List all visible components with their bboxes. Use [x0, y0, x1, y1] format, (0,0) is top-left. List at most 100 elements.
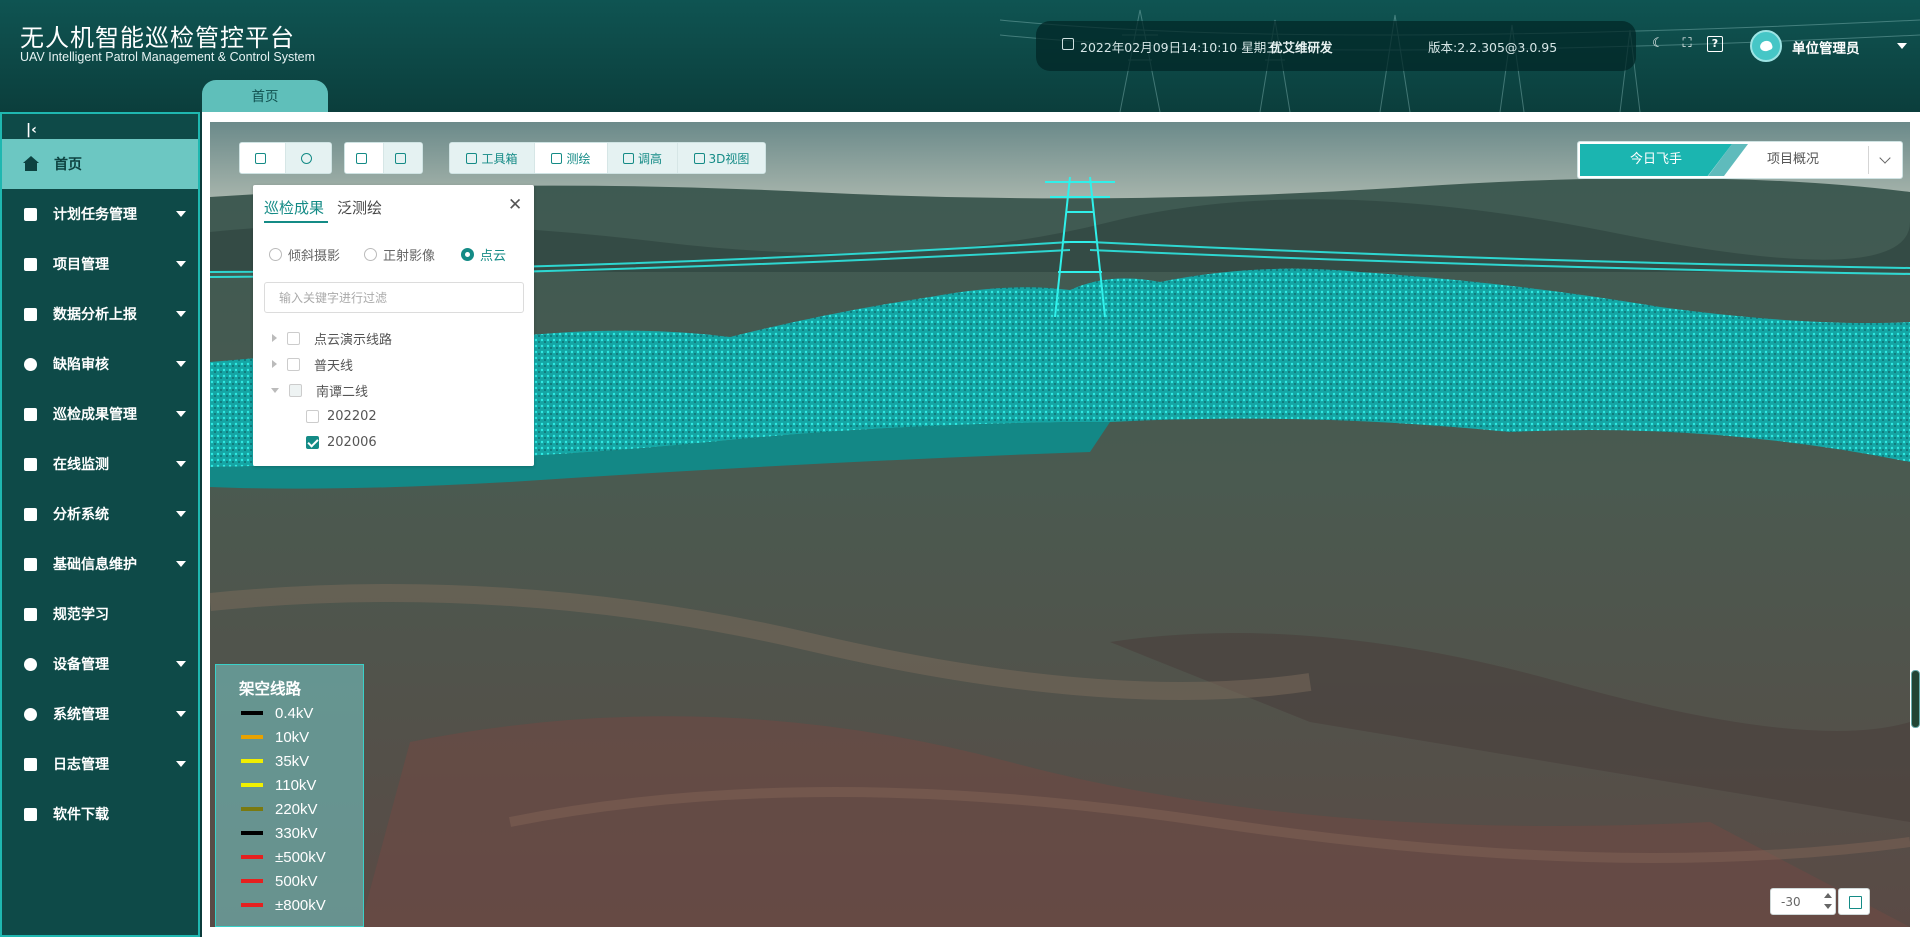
tree-item-label: 202202: [327, 408, 377, 424]
legend-label: 220kV: [275, 800, 318, 818]
home-icon: [23, 156, 39, 171]
expand-icon[interactable]: [272, 334, 277, 342]
adjust-height-button[interactable]: 调高: [608, 143, 678, 173]
tab-today-pilot[interactable]: 今日飞手: [1580, 144, 1732, 176]
caret-down-icon: [176, 211, 186, 217]
tree-item[interactable]: 南谭二线: [271, 381, 368, 400]
checkbox[interactable]: [287, 331, 300, 345]
stepper-arrows[interactable]: [1822, 890, 1834, 913]
checkbox[interactable]: [306, 435, 319, 449]
view-mode-group: [344, 142, 423, 174]
legend-swatch: [241, 783, 263, 787]
active-tab-underline: [264, 221, 328, 223]
3d-view-label: 3D视图: [708, 151, 750, 166]
save-button[interactable]: [1838, 888, 1870, 915]
copy-button[interactable]: [383, 143, 422, 173]
right-tabs: 今日飞手 项目概况: [1577, 141, 1903, 179]
sidebar-item-label: 巡检成果管理: [53, 407, 137, 423]
chevron-down-icon[interactable]: [1824, 904, 1832, 909]
sidebar-item-report[interactable]: 数据分析上报: [2, 289, 198, 339]
legend-label: ±500kV: [275, 848, 326, 866]
project-icon: [24, 257, 37, 271]
legend-swatch: [241, 735, 263, 739]
toolbox-button[interactable]: 工具箱: [450, 143, 535, 173]
tab-general-survey[interactable]: 泛测绘: [337, 197, 382, 218]
globe-button[interactable]: [285, 143, 331, 173]
checkbox[interactable]: [287, 357, 300, 371]
radio-oblique[interactable]: 倾斜摄影: [269, 246, 340, 264]
sidebar-item-results[interactable]: 巡检成果管理: [2, 389, 198, 439]
collapse-icon[interactable]: [271, 387, 279, 393]
collapse-sidebar-icon[interactable]: |‹: [26, 122, 37, 138]
moon-icon[interactable]: ☾: [1650, 36, 1666, 52]
help-icon[interactable]: ?: [1707, 36, 1723, 52]
radio-ortho[interactable]: 正射影像: [364, 246, 436, 264]
task-icon: [24, 207, 37, 221]
cube-icon: [693, 152, 705, 164]
sidebar-item-defect[interactable]: 缺陷审核: [2, 339, 198, 389]
filter-input[interactable]: 输入关键字进行过滤: [264, 282, 524, 313]
avatar[interactable]: [1750, 30, 1782, 62]
caret-down-icon: [176, 411, 186, 417]
sidebar-item-system[interactable]: 系统管理: [2, 689, 198, 739]
3d-view-button[interactable]: 3D视图: [678, 143, 765, 173]
caret-down-icon: [176, 561, 186, 567]
info-bar: 2022年02月09日14:10:10 星期三 优艾维研发 版本:2.2.305…: [1036, 21, 1636, 71]
tree-item-label: 点云演示线路: [314, 332, 393, 348]
adjust-height-label: 调高: [637, 151, 662, 166]
tab-home[interactable]: 首页: [202, 80, 328, 112]
sidebar-item-task[interactable]: 计划任务管理: [2, 189, 198, 239]
tree-item[interactable]: 202202: [306, 407, 377, 425]
chevron-down-icon[interactable]: [1897, 43, 1907, 49]
developer-label: 优艾维研发: [1270, 40, 1333, 55]
expand-icon[interactable]: [272, 360, 277, 368]
version-label: 版本:2.2.305@3.0.95: [1428, 40, 1558, 55]
legend-swatch: [241, 855, 263, 859]
radio-circle: [269, 247, 282, 261]
sidebar-item-home[interactable]: 首页: [2, 139, 198, 189]
measure-button[interactable]: 测绘: [535, 143, 608, 173]
sidebar-item-analysis[interactable]: 分析系统: [2, 489, 198, 539]
checkbox[interactable]: [289, 383, 302, 397]
close-icon[interactable]: ✕: [508, 195, 522, 215]
user-icon: [24, 357, 37, 371]
tab-inspection-results[interactable]: 巡检成果: [264, 197, 324, 218]
sidebar-item-monitor[interactable]: 在线监测: [2, 439, 198, 489]
checkbox[interactable]: [306, 409, 319, 423]
legend-swatch: [241, 831, 263, 835]
chevron-down-icon[interactable]: [1879, 152, 1891, 164]
sidebar-item-standards[interactable]: 规范学习: [2, 589, 198, 639]
tree-item[interactable]: 202006: [306, 433, 377, 451]
log-icon: [24, 757, 37, 771]
sidebar-item-basic-info[interactable]: 基础信息维护: [2, 539, 198, 589]
datetime: 2022年02月09日14:10:10 星期三: [1080, 40, 1279, 55]
tree-item[interactable]: 点云演示线路: [272, 329, 393, 348]
radio-pointcloud[interactable]: 点云: [461, 246, 506, 264]
radio-label: 正射影像: [383, 248, 436, 264]
copy-icon: [395, 152, 407, 164]
locate-button[interactable]: [240, 143, 286, 173]
legend-title: 架空线路: [239, 680, 302, 698]
tab-project-overview[interactable]: 项目概况: [1728, 144, 1858, 176]
sidebar-item-download[interactable]: 软件下载: [2, 789, 198, 839]
sidebar-item-log[interactable]: 日志管理: [2, 739, 198, 789]
tree-item[interactable]: 普天线: [272, 355, 353, 374]
sidebar-item-label: 设备管理: [53, 657, 109, 673]
user-name[interactable]: 单位管理员: [1792, 37, 1860, 57]
sidebar-item-device[interactable]: 设备管理: [2, 639, 198, 689]
caret-down-icon: [176, 461, 186, 467]
scrollbar-handle[interactable]: [1911, 670, 1920, 728]
sidebar-item-project[interactable]: 项目管理: [2, 239, 198, 289]
legend-swatch: [241, 711, 263, 715]
ruler-icon: [551, 152, 563, 164]
legend-label: ±800kV: [275, 896, 326, 914]
settings-user-icon: [24, 707, 37, 721]
legend-label: 500kV: [275, 872, 318, 890]
book-icon: [24, 607, 37, 621]
legend-item: 220kV: [241, 800, 318, 818]
layers-icon: [24, 557, 37, 571]
tower-button[interactable]: [345, 143, 384, 173]
app-header: 无人机智能巡检管控平台 UAV Intelligent Patrol Manag…: [0, 0, 1920, 112]
chevron-up-icon[interactable]: [1824, 893, 1832, 898]
fullscreen-icon[interactable]: ⛶: [1679, 36, 1695, 52]
